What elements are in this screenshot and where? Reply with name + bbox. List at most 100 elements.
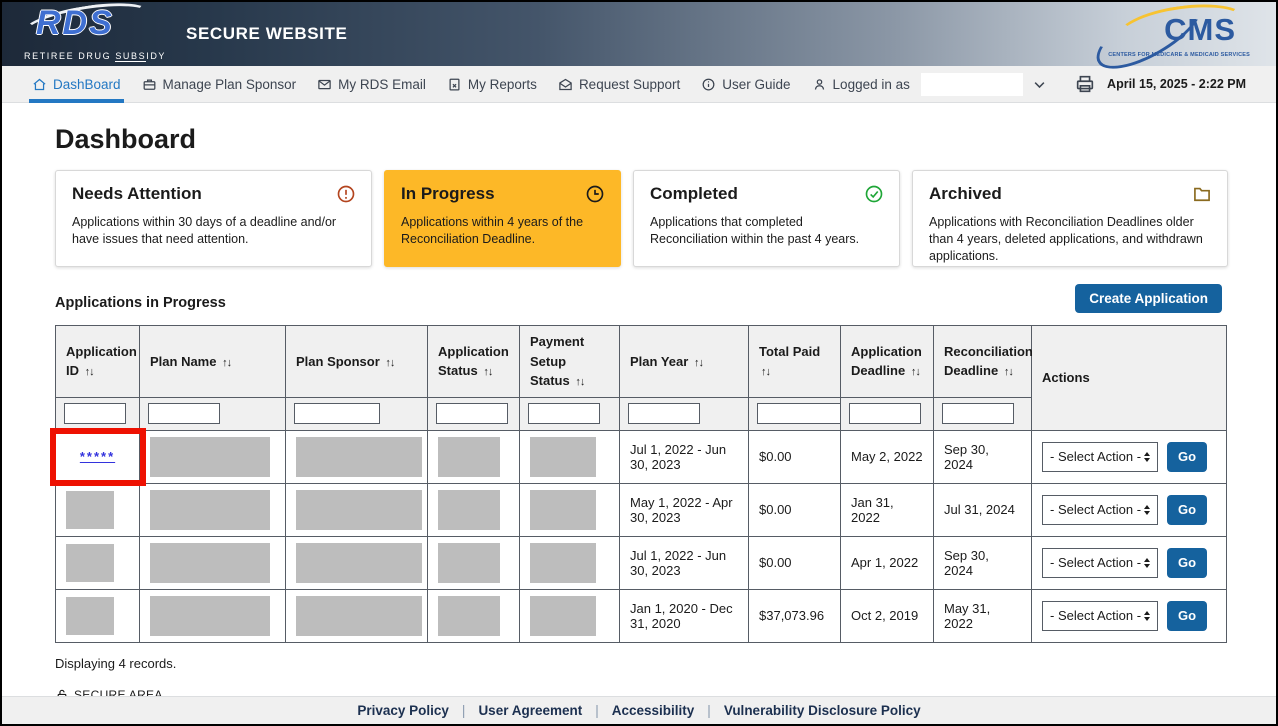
filter-input-plan-name[interactable] <box>148 403 220 424</box>
go-button[interactable]: Go <box>1167 601 1207 631</box>
redacted-payment-setup-status <box>530 490 596 530</box>
filter-input-application-status[interactable] <box>436 403 508 424</box>
folder-icon <box>1192 184 1212 204</box>
column-header-payment-setup-status[interactable]: Payment Setup Status ↑↓ <box>520 326 620 398</box>
nav-request-support[interactable]: Request Support <box>558 66 680 103</box>
filter-input-payment-setup-status[interactable] <box>528 403 600 424</box>
select-action-dropdown[interactable]: - Select Action - <box>1042 548 1158 578</box>
reconciliation-deadline-cell: Jul 31, 2024 <box>934 483 1032 536</box>
reconciliation-deadline-cell: Sep 30, 2024 <box>934 430 1032 483</box>
nav-my-reports-label: My Reports <box>468 77 537 92</box>
filter-input-application-deadline[interactable] <box>849 403 921 424</box>
nav-my-reports[interactable]: My Reports <box>447 66 537 103</box>
column-header-reconciliation-deadline[interactable]: Reconciliation Deadline ↑↓ <box>934 326 1032 398</box>
redacted-payment-setup-status <box>530 437 596 477</box>
nav-my-rds-email[interactable]: My RDS Email <box>317 66 426 103</box>
main-nav: DashBoard Manage Plan Sponsor My RDS Ema… <box>2 66 1276 103</box>
table-row: ***** Jul 1, 2022 - Jun 30, 2023 $0.00 M… <box>56 430 1227 483</box>
filter-input-application-id[interactable] <box>64 403 126 424</box>
go-button[interactable]: Go <box>1167 495 1207 525</box>
nav-request-support-label: Request Support <box>579 77 680 92</box>
datetime-display: April 15, 2025 - 2:22 PM <box>1107 77 1246 91</box>
info-circle-icon <box>701 77 716 92</box>
cms-logo: CMS Centers for Medicare & Medicaid Serv… <box>1090 8 1250 60</box>
total-paid-cell: $0.00 <box>749 430 841 483</box>
footer-link-privacy-policy[interactable]: Privacy Policy <box>357 703 449 718</box>
card-description: Applications within 4 years of the Recon… <box>401 214 604 248</box>
go-button[interactable]: Go <box>1167 548 1207 578</box>
nav-user-guide[interactable]: User Guide <box>701 66 790 103</box>
column-header-application-status[interactable]: Application Status ↑↓ <box>428 326 520 398</box>
print-button[interactable] <box>1074 73 1096 95</box>
filter-input-plan-year[interactable] <box>628 403 700 424</box>
site-title: SECURE WEBSITE <box>186 24 347 44</box>
create-application-button[interactable]: Create Application <box>1075 284 1222 313</box>
filter-input-plan-sponsor[interactable] <box>294 403 380 424</box>
select-spinner-icon <box>1144 452 1150 462</box>
filter-input-total-paid[interactable] <box>757 403 843 424</box>
select-action-dropdown[interactable]: - Select Action - <box>1042 442 1158 472</box>
table-row: Jul 1, 2022 - Jun 30, 2023 $0.00 Apr 1, … <box>56 536 1227 589</box>
rds-logo-tagline: RETIREE DRUG SUBSIDY <box>24 51 166 61</box>
redacted-plan-sponsor <box>296 596 422 636</box>
redacted-plan-name <box>150 437 270 477</box>
column-header-total-paid[interactable]: Total Paid ↑↓ <box>749 326 841 398</box>
applications-table: Application ID ↑↓ Plan Name ↑↓ Plan Spon… <box>55 325 1227 643</box>
redacted-plan-name <box>150 596 270 636</box>
redacted-application-status <box>438 490 500 530</box>
column-header-plan-year[interactable]: Plan Year ↑↓ <box>620 326 749 398</box>
card-needs-attention[interactable]: Needs Attention Applications within 30 d… <box>55 170 372 267</box>
total-paid-cell: $37,073.96 <box>749 589 841 642</box>
column-header-application-id[interactable]: Application ID ↑↓ <box>56 326 140 398</box>
home-icon <box>32 77 47 92</box>
cms-logo-tagline: Centers for Medicare & Medicaid Services <box>1108 52 1250 58</box>
table-row: May 1, 2022 - Apr 30, 2023 $0.00 Jan 31,… <box>56 483 1227 536</box>
card-completed[interactable]: Completed Applications that completed Re… <box>633 170 900 267</box>
record-count: Displaying 4 records. <box>55 656 1222 671</box>
footer-link-accessibility[interactable]: Accessibility <box>612 703 695 718</box>
redacted-plan-sponsor <box>296 543 422 583</box>
application-id-link[interactable]: ***** <box>80 449 115 464</box>
nav-dashboard[interactable]: DashBoard <box>32 66 121 103</box>
card-archived[interactable]: Archived Applications with Reconciliatio… <box>912 170 1228 267</box>
column-header-plan-name[interactable]: Plan Name ↑↓ <box>140 326 286 398</box>
select-action-dropdown[interactable]: - Select Action - <box>1042 495 1158 525</box>
footer-link-vulnerability-disclosure-policy[interactable]: Vulnerability Disclosure Policy <box>724 703 921 718</box>
rds-logo: RDS RETIREE DRUG SUBSIDY <box>24 5 160 63</box>
rds-logo-text: RDS <box>36 4 114 43</box>
application-deadline-cell: May 2, 2022 <box>841 430 934 483</box>
redacted-application-status <box>438 596 500 636</box>
nav-manage-plan-sponsor[interactable]: Manage Plan Sponsor <box>142 66 297 103</box>
go-button[interactable]: Go <box>1167 442 1207 472</box>
sort-icon: ↑↓ <box>694 357 703 369</box>
column-header-plan-sponsor[interactable]: Plan Sponsor ↑↓ <box>286 326 428 398</box>
redacted-plan-sponsor <box>296 437 422 477</box>
browser-window: RDS RETIREE DRUG SUBSIDY SECURE WEBSITE … <box>0 0 1278 726</box>
total-paid-cell: $0.00 <box>749 483 841 536</box>
select-action-dropdown[interactable]: - Select Action - <box>1042 601 1158 631</box>
alert-circle-icon <box>336 184 356 204</box>
redacted-application-id <box>66 597 114 635</box>
application-deadline-cell: Jan 31, 2022 <box>841 483 934 536</box>
select-spinner-icon <box>1144 505 1150 515</box>
redacted-plan-name <box>150 490 270 530</box>
footer-link-user-agreement[interactable]: User Agreement <box>478 703 582 718</box>
total-paid-cell: $0.00 <box>749 536 841 589</box>
redacted-application-id <box>66 491 114 529</box>
briefcase-icon <box>142 77 157 92</box>
printer-icon <box>1074 73 1096 95</box>
nav-manage-plan-sponsor-label: Manage Plan Sponsor <box>163 77 297 92</box>
table-row: Jan 1, 2020 - Dec 31, 2020 $37,073.96 Oc… <box>56 589 1227 642</box>
redacted-payment-setup-status <box>530 596 596 636</box>
envelope-icon <box>317 77 332 92</box>
select-spinner-icon <box>1144 558 1150 568</box>
logged-in-user-select[interactable] <box>921 73 1023 96</box>
filter-input-reconciliation-deadline[interactable] <box>942 403 1014 424</box>
card-title: Needs Attention <box>72 184 355 204</box>
card-description: Applications that completed Reconciliati… <box>650 214 883 248</box>
card-title: Archived <box>929 184 1211 204</box>
status-cards: Needs Attention Applications within 30 d… <box>55 170 1222 267</box>
redacted-application-status <box>438 543 500 583</box>
card-in-progress[interactable]: In Progress Applications within 4 years … <box>384 170 621 267</box>
column-header-application-deadline[interactable]: Application Deadline ↑↓ <box>841 326 934 398</box>
